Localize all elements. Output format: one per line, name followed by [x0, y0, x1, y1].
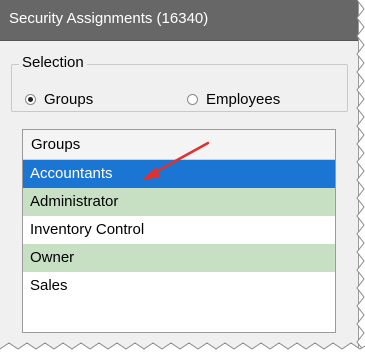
- selection-legend: Selection: [19, 54, 87, 71]
- grid-row-inventory-control[interactable]: Inventory Control: [23, 216, 335, 244]
- torn-edge-bottom: [0, 342, 365, 356]
- groups-radio[interactable]: Groups: [25, 90, 93, 108]
- groups-radio-label: Groups: [44, 90, 94, 108]
- grid-row-sales[interactable]: Sales: [23, 272, 335, 300]
- security-assignments-window: Security Assignments (16340) Selection G…: [0, 0, 359, 356]
- grid-column-header[interactable]: Groups: [23, 130, 335, 160]
- radio-checked-icon[interactable]: [25, 93, 36, 105]
- employees-radio[interactable]: Employees: [187, 90, 280, 108]
- employees-radio-label: Employees: [206, 90, 281, 108]
- window-title: Security Assignments (16340): [9, 10, 209, 27]
- radio-unchecked-icon[interactable]: [187, 93, 198, 105]
- grid-row-accountants[interactable]: Accountants: [23, 160, 335, 188]
- groups-grid[interactable]: Groups Accountants Administrator Invento…: [22, 129, 336, 333]
- torn-edge-right: [356, 0, 365, 356]
- grid-row-administrator[interactable]: Administrator: [23, 188, 335, 216]
- grid-row-owner[interactable]: Owner: [23, 244, 335, 272]
- title-bar: Security Assignments (16340): [0, 0, 358, 41]
